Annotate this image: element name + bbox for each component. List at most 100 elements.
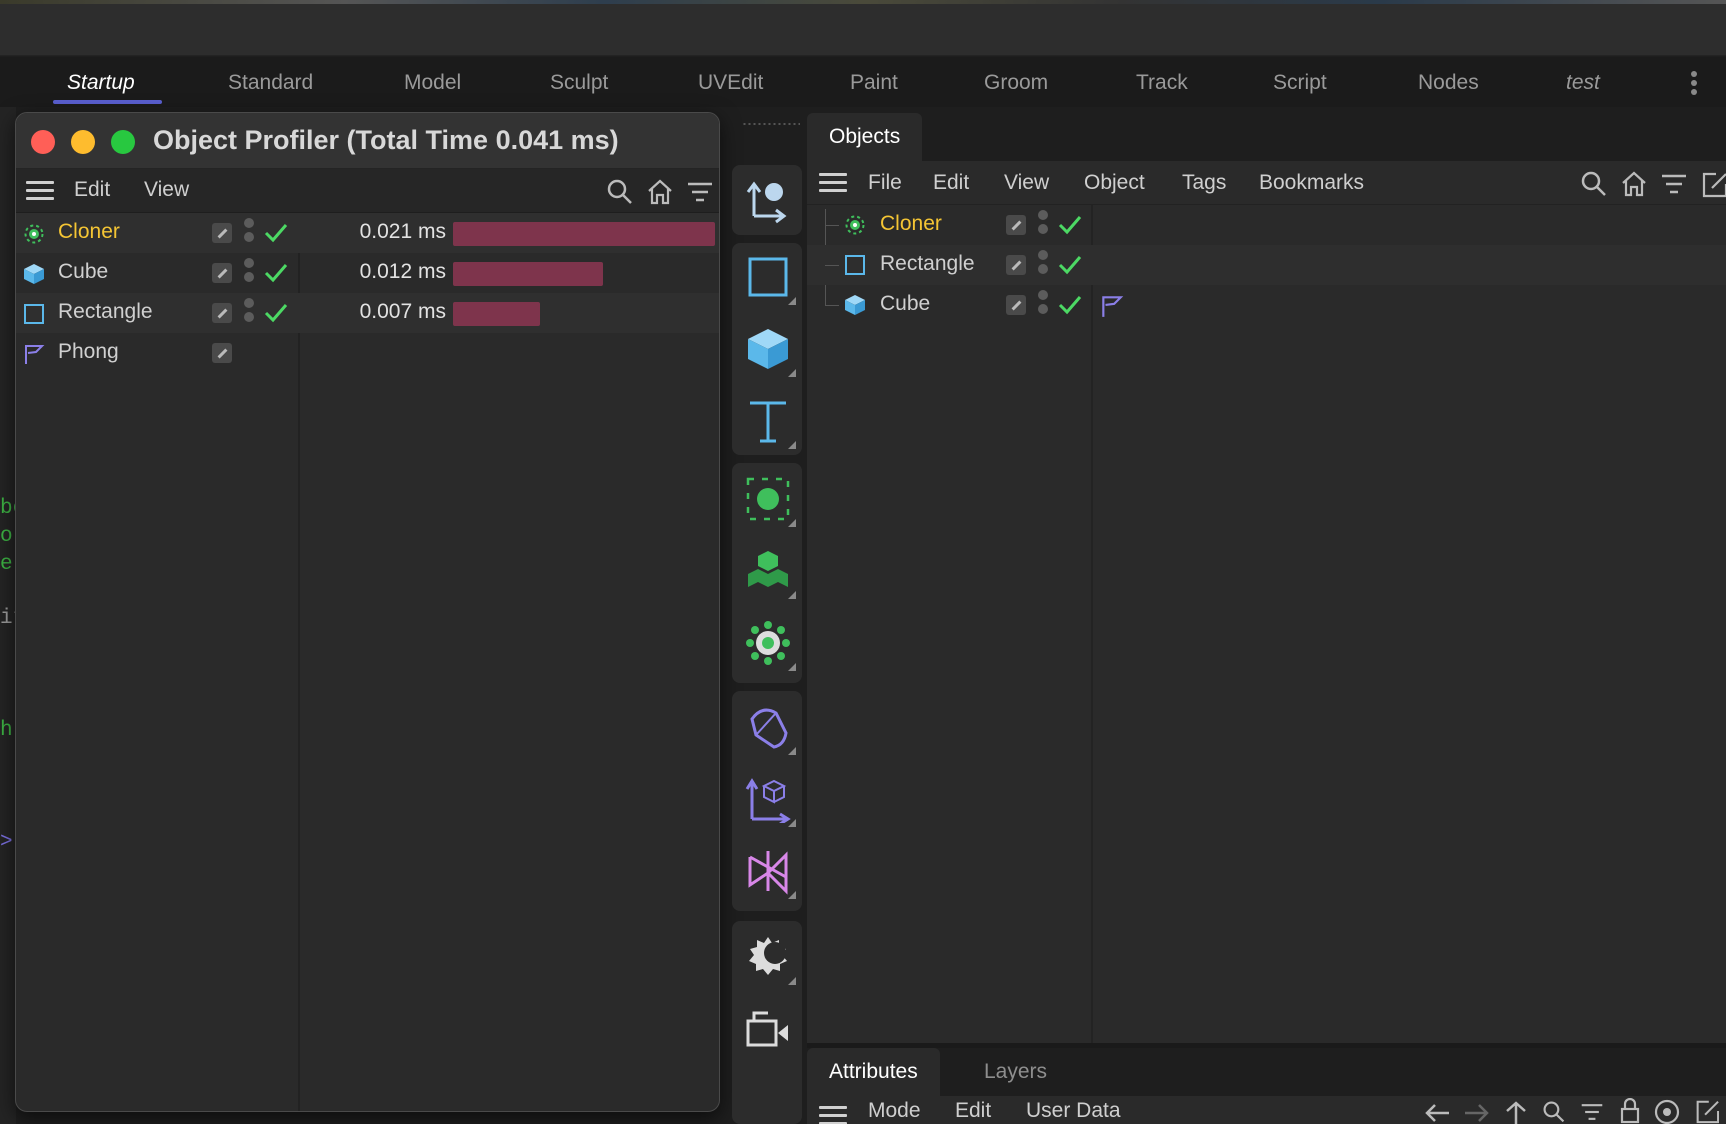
- cloner-icon: [845, 215, 865, 235]
- voronoi-tool[interactable]: [738, 541, 796, 601]
- attributes-menu-edit[interactable]: Edit: [955, 1099, 991, 1123]
- up-arrow-icon[interactable]: [1503, 1100, 1529, 1124]
- new-window-icon[interactable]: [1693, 1098, 1719, 1124]
- layout-tab-standard[interactable]: Standard: [228, 71, 313, 95]
- zoom-window-button[interactable]: [111, 130, 135, 154]
- tool-group: [732, 243, 802, 455]
- profiler-row-cloner[interactable]: Cloner 0.021 ms: [16, 213, 719, 253]
- tool-group: [732, 691, 802, 911]
- rectangle-spline-tool[interactable]: [738, 247, 796, 307]
- object-name[interactable]: Cloner: [880, 212, 942, 236]
- tab-layers[interactable]: Layers: [962, 1048, 1069, 1096]
- attributes-menu-user-data[interactable]: User Data: [1026, 1099, 1121, 1123]
- tab-objects[interactable]: Objects: [807, 113, 923, 161]
- enabled-check-icon[interactable]: [1058, 214, 1082, 236]
- visibility-dots-icon[interactable]: [244, 298, 254, 328]
- objects-menu-view[interactable]: View: [1004, 171, 1049, 195]
- forward-arrow-icon[interactable]: [1463, 1102, 1491, 1124]
- search-icon[interactable]: [1541, 1100, 1567, 1124]
- close-window-button[interactable]: [31, 130, 55, 154]
- filter-icon[interactable]: [686, 178, 714, 206]
- object-row-rectangle[interactable]: Rectangle: [807, 245, 1726, 285]
- layout-tab-test[interactable]: test: [1566, 71, 1600, 95]
- hamburger-menu-icon[interactable]: [819, 173, 847, 193]
- tab-attributes[interactable]: Attributes: [807, 1048, 940, 1096]
- objects-menu-object[interactable]: Object: [1084, 171, 1145, 195]
- enabled-check-icon[interactable]: [264, 222, 288, 244]
- edit-toggle-icon[interactable]: [212, 223, 232, 243]
- deformer-tool[interactable]: [738, 697, 796, 757]
- profiler-menu-view[interactable]: View: [144, 178, 189, 202]
- layout-tab-bar: Startup Standard Model Sculpt UVEdit Pai…: [0, 57, 1726, 107]
- search-icon[interactable]: [1580, 170, 1608, 198]
- enabled-check-icon[interactable]: [1058, 254, 1082, 276]
- edit-toggle-icon[interactable]: [1006, 295, 1026, 315]
- objects-menu-edit[interactable]: Edit: [933, 171, 969, 195]
- layout-tab-uvedit[interactable]: UVEdit: [698, 71, 763, 95]
- edit-toggle-icon[interactable]: [1006, 255, 1026, 275]
- cube-primitive-tool[interactable]: [738, 319, 796, 379]
- visibility-dots-icon[interactable]: [1038, 210, 1048, 240]
- object-row-cloner[interactable]: Cloner: [807, 205, 1726, 245]
- cloner-tool[interactable]: [738, 469, 796, 529]
- profiler-menu-edit[interactable]: Edit: [74, 178, 110, 202]
- filter-icon[interactable]: [1660, 170, 1688, 198]
- layout-tab-track[interactable]: Track: [1136, 71, 1188, 95]
- layout-tab-nodes[interactable]: Nodes: [1418, 71, 1479, 95]
- profiler-time-bar: [453, 222, 715, 246]
- visibility-dots-icon[interactable]: [244, 218, 254, 248]
- enabled-check-icon[interactable]: [1058, 294, 1082, 316]
- sky-tool[interactable]: [738, 927, 796, 987]
- phong-tag-icon[interactable]: [1099, 293, 1125, 319]
- objects-menu-bookmarks[interactable]: Bookmarks: [1259, 171, 1364, 195]
- object-name[interactable]: Rectangle: [880, 252, 975, 276]
- new-window-icon[interactable]: [1700, 170, 1726, 198]
- text-spline-tool[interactable]: [738, 391, 796, 451]
- profiler-row-rectangle[interactable]: Rectangle 0.007 ms: [16, 293, 719, 333]
- cube-icon: [24, 264, 44, 284]
- object-row-cube[interactable]: Cube: [807, 285, 1726, 325]
- camera-icon: [746, 1011, 788, 1047]
- search-icon[interactable]: [606, 178, 634, 206]
- edit-toggle-icon[interactable]: [212, 343, 232, 363]
- layout-tab-model[interactable]: Model: [404, 71, 461, 95]
- back-arrow-icon[interactable]: [1423, 1102, 1451, 1124]
- home-icon[interactable]: [1620, 170, 1648, 198]
- visibility-dots-icon[interactable]: [1038, 250, 1048, 280]
- edit-toggle-icon[interactable]: [212, 303, 232, 323]
- more-options-icon[interactable]: [1684, 69, 1704, 97]
- attributes-menu-mode[interactable]: Mode: [868, 1099, 921, 1123]
- home-icon[interactable]: [646, 178, 674, 206]
- minimize-window-button[interactable]: [71, 130, 95, 154]
- enabled-check-icon[interactable]: [264, 302, 288, 324]
- profiler-row-phong[interactable]: Phong: [16, 333, 719, 373]
- hamburger-menu-icon[interactable]: [819, 1106, 847, 1124]
- visibility-dots-icon[interactable]: [244, 258, 254, 288]
- layout-tab-startup[interactable]: Startup: [67, 71, 135, 95]
- camera-tool[interactable]: [738, 999, 796, 1059]
- cloner-icon: [746, 477, 790, 521]
- coordinate-system-tool[interactable]: [738, 769, 796, 829]
- toolbar-drag-handle[interactable]: [742, 122, 800, 126]
- layout-tab-script[interactable]: Script: [1273, 71, 1327, 95]
- edit-toggle-icon[interactable]: [1006, 215, 1026, 235]
- enabled-check-icon[interactable]: [264, 262, 288, 284]
- layout-tab-paint[interactable]: Paint: [850, 71, 898, 95]
- target-icon[interactable]: [1653, 1098, 1681, 1124]
- mograph-effector-tool[interactable]: [738, 613, 796, 673]
- layout-tab-sculpt[interactable]: Sculpt: [550, 71, 608, 95]
- voronoi-icon: [748, 551, 788, 587]
- field-tool[interactable]: [738, 841, 796, 901]
- visibility-dots-icon[interactable]: [1038, 290, 1048, 320]
- objects-menu-file[interactable]: File: [868, 171, 902, 195]
- layout-tab-groom[interactable]: Groom: [984, 71, 1048, 95]
- filter-icon[interactable]: [1579, 1100, 1605, 1124]
- move-tool-button[interactable]: [738, 170, 796, 230]
- profiler-title-bar[interactable]: Object Profiler (Total Time 0.041 ms): [16, 113, 719, 169]
- object-name[interactable]: Cube: [880, 292, 930, 316]
- hamburger-menu-icon[interactable]: [26, 181, 54, 201]
- profiler-row-cube[interactable]: Cube 0.012 ms: [16, 253, 719, 293]
- lock-icon[interactable]: [1619, 1098, 1641, 1124]
- objects-menu-tags[interactable]: Tags: [1182, 171, 1226, 195]
- edit-toggle-icon[interactable]: [212, 263, 232, 283]
